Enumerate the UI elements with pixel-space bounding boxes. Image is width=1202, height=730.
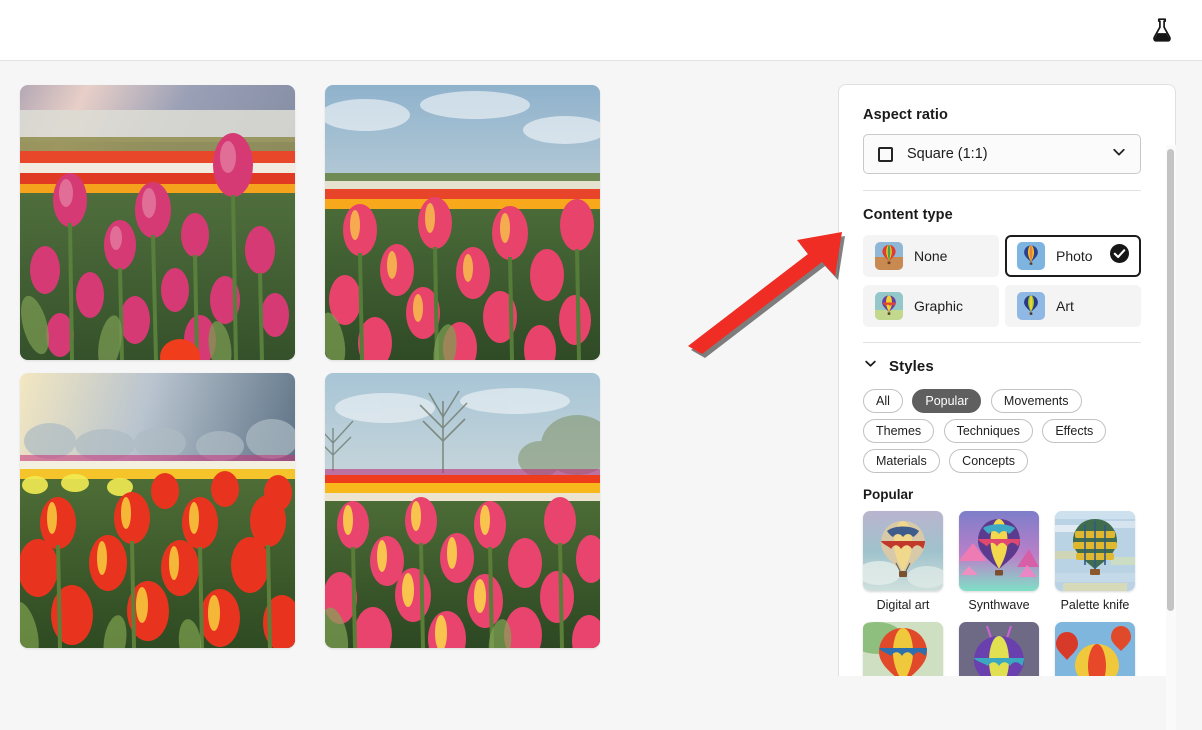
aspect-ratio-title: Aspect ratio (863, 107, 948, 123)
generated-image-1[interactable] (20, 85, 295, 360)
balloon-desert-icon (875, 242, 903, 270)
chevron-down-icon (1111, 144, 1127, 165)
style-filter-themes[interactable]: Themes (863, 419, 935, 443)
style-item-synthwave[interactable]: Synthwave (959, 511, 1039, 612)
aspect-ratio-select[interactable]: Square (1:1) (863, 134, 1141, 174)
content-type-option-none[interactable]: None (863, 235, 999, 277)
content-type-option-photo[interactable]: Photo (1005, 235, 1141, 277)
balloon-art-icon (1017, 292, 1045, 320)
style-filter-all[interactable]: All (863, 389, 903, 413)
content-type-option-graphic[interactable]: Graphic (863, 285, 999, 327)
style-item-partial-1[interactable] (863, 622, 943, 676)
generated-image-2[interactable] (325, 85, 600, 360)
style-filter-popular[interactable]: Popular (912, 389, 982, 413)
style-thumbnail (863, 622, 943, 676)
top-bar (0, 0, 1202, 61)
content-type-title: Content type (863, 207, 953, 223)
flask-icon (1153, 18, 1171, 42)
style-item-palette-knife[interactable]: Palette knife (1055, 511, 1135, 612)
style-thumbnail (1055, 511, 1135, 591)
style-filter-concepts[interactable]: Concepts (949, 449, 1028, 473)
content-type-label: Photo (1056, 248, 1093, 264)
style-label: Palette knife (1060, 598, 1130, 612)
divider-content-styles (863, 342, 1141, 343)
chevron-down-icon (863, 356, 878, 376)
style-filter-effects[interactable]: Effects (1042, 419, 1107, 443)
check-circle-icon (1110, 244, 1129, 268)
style-filter-chips: All Popular Movements Themes Techniques … (863, 389, 1147, 479)
style-thumbnail-grid: Digital art Synthwave Palette knife (863, 511, 1151, 676)
settings-panel: Aspect ratio Square (1:1) Content type N… (838, 84, 1176, 676)
style-label: Digital art (876, 598, 930, 612)
style-item-digital-art[interactable]: Digital art (863, 511, 943, 612)
content-type-option-art[interactable]: Art (1005, 285, 1141, 327)
style-group-title: Popular (863, 487, 914, 502)
divider-aspect-content (863, 190, 1141, 191)
aspect-ratio-value: Square (1:1) (907, 146, 988, 162)
style-thumbnail (959, 511, 1039, 591)
generated-image-4[interactable] (325, 373, 600, 648)
style-item-partial-2[interactable] (959, 622, 1039, 676)
balloon-photo-icon (1017, 242, 1045, 270)
style-thumbnail (959, 622, 1039, 676)
styles-section-header[interactable]: Styles (863, 356, 1151, 376)
generated-image-3[interactable] (20, 373, 295, 648)
style-filter-materials[interactable]: Materials (863, 449, 940, 473)
lab-flask-button[interactable] (1142, 10, 1182, 50)
balloon-graphic-icon (875, 292, 903, 320)
style-label: Synthwave (968, 598, 1030, 612)
style-filter-movements[interactable]: Movements (990, 389, 1082, 413)
content-type-options: None Photo Graphic Art (863, 235, 1151, 327)
content-type-label: None (914, 248, 948, 264)
workspace: Aspect ratio Square (1:1) Content type N… (0, 61, 1202, 730)
style-thumbnail (863, 511, 943, 591)
style-filter-techniques[interactable]: Techniques (943, 419, 1033, 443)
content-type-label: Art (1056, 298, 1074, 314)
style-thumbnail (1055, 622, 1135, 676)
content-type-label: Graphic (914, 298, 964, 314)
generated-image-grid (20, 85, 600, 648)
style-item-partial-3[interactable] (1055, 622, 1135, 676)
styles-title: Styles (889, 357, 934, 375)
square-icon (878, 146, 893, 162)
panel-scrollbar-thumb[interactable] (1167, 149, 1174, 611)
